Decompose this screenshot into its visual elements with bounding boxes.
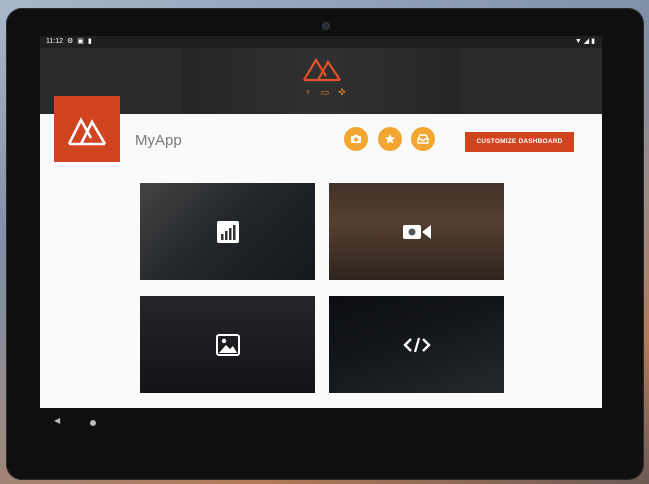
app-name: MyApp bbox=[135, 132, 182, 149]
back-button[interactable]: ◀ bbox=[54, 416, 60, 425]
home-button[interactable] bbox=[90, 420, 96, 426]
monitor-icon[interactable]: ▭ bbox=[319, 86, 331, 98]
header-nav: ♆ ▭ ✜ bbox=[302, 86, 350, 98]
code-icon bbox=[402, 337, 431, 352]
front-camera bbox=[322, 22, 330, 30]
status-right-icons: ▼◢▮ bbox=[575, 36, 597, 48]
profile-logo bbox=[54, 96, 120, 162]
status-left-icons: ⚙▣▮ bbox=[67, 36, 96, 48]
mountain-icon bbox=[67, 117, 107, 146]
image-icon bbox=[215, 333, 240, 356]
video-icon bbox=[402, 224, 431, 239]
dashboard-tile-gallery[interactable] bbox=[140, 296, 315, 393]
gear-icon: ⚙ bbox=[67, 38, 78, 45]
dashboard-tile-code[interactable] bbox=[329, 296, 504, 393]
inbox-button[interactable] bbox=[411, 127, 435, 151]
dashboard-tile-analytics[interactable] bbox=[140, 183, 315, 280]
inbox-icon bbox=[417, 134, 429, 144]
battery-icon: ▮ bbox=[591, 38, 597, 45]
sd-card-icon: ▮ bbox=[87, 38, 96, 45]
wifi-icon: ▼ bbox=[574, 38, 584, 45]
rocket-icon[interactable]: ♆ bbox=[302, 86, 314, 98]
status-time: 11:12 bbox=[46, 38, 63, 45]
dashboard-tile-video[interactable] bbox=[329, 183, 504, 280]
camera-button[interactable] bbox=[344, 127, 368, 151]
android-nav-bar: ◀ bbox=[40, 408, 602, 438]
camera-icon bbox=[351, 134, 361, 143]
mountain-logo-icon bbox=[303, 57, 341, 82]
notification-icon: ▣ bbox=[77, 38, 88, 45]
gamepad-icon[interactable]: ✜ bbox=[336, 86, 348, 98]
chart-icon bbox=[216, 220, 239, 243]
status-bar: 11:12 ⚙▣▮ ▼◢▮ bbox=[40, 36, 602, 48]
customize-dashboard-button[interactable]: CUSTOMIZE DASHBOARD bbox=[465, 132, 574, 152]
app-screen: 11:12 ⚙▣▮ ▼◢▮ ♆ ▭ ✜ MyApp CUSTOMIZE DASH… bbox=[40, 36, 602, 408]
star-icon bbox=[384, 133, 396, 144]
favorites-button[interactable] bbox=[378, 127, 402, 151]
app-header: ♆ ▭ ✜ bbox=[40, 48, 602, 114]
